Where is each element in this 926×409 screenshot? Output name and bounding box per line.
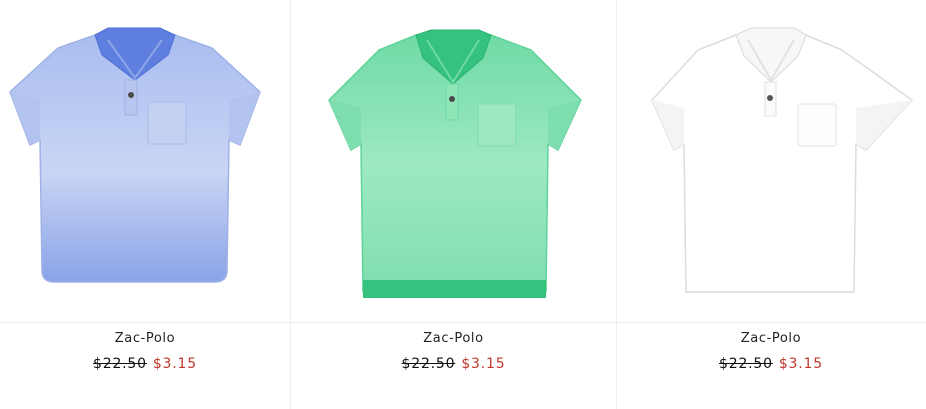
- product-card[interactable]: Zac-Polo $22.50 $3.15: [0, 0, 290, 409]
- product-card[interactable]: Zac-Polo $22.50 $3.15: [616, 0, 926, 409]
- original-price: $22.50: [401, 356, 456, 372]
- original-price: $22.50: [719, 356, 773, 372]
- polo-shirt-white-icon: [651, 27, 914, 293]
- product-card[interactable]: Zac-Polo $22.50 $3.15: [290, 0, 617, 409]
- product-grid: Zac-Polo $22.50 $3.15 Zac-Polo $22.50 $3…: [0, 0, 926, 409]
- original-price: $22.50: [93, 356, 147, 372]
- polo-shirt-blue-icon: [9, 27, 261, 283]
- sale-price: $3.15: [778, 356, 823, 372]
- product-name[interactable]: Zac-Polo: [616, 331, 926, 346]
- product-price: $22.50 $3.15: [291, 356, 616, 372]
- product-name[interactable]: Zac-Polo: [0, 331, 290, 346]
- product-image[interactable]: [291, 0, 616, 323]
- polo-shirt-green-icon: [328, 29, 582, 298]
- product-price: $22.50 $3.15: [616, 356, 926, 372]
- sale-price: $3.15: [152, 356, 197, 372]
- product-name[interactable]: Zac-Polo: [291, 331, 616, 346]
- sale-price: $3.15: [461, 356, 506, 372]
- product-price: $22.50 $3.15: [0, 356, 290, 372]
- product-image[interactable]: [0, 0, 290, 323]
- product-image[interactable]: [616, 0, 926, 323]
